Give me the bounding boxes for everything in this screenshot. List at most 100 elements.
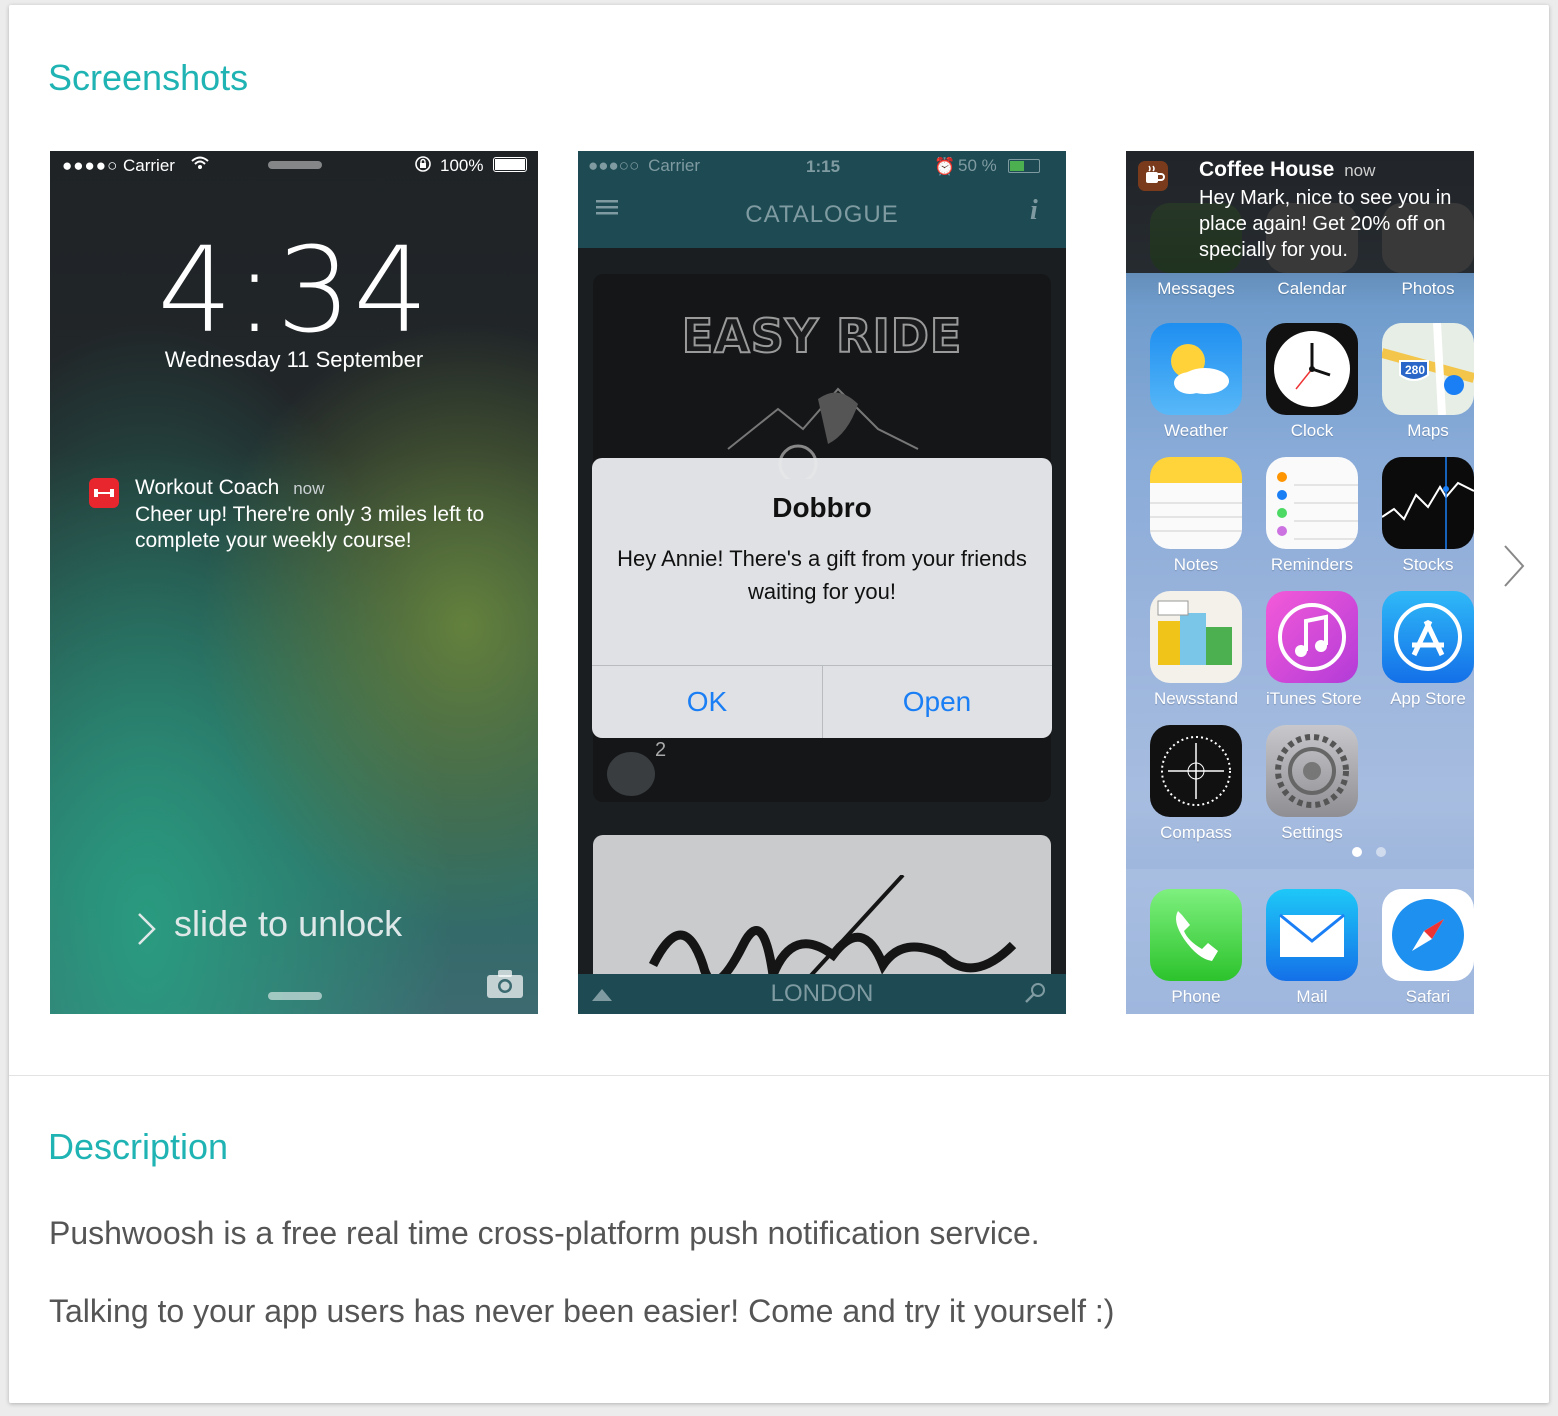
notification-banner[interactable]: Coffee House now Hey Mark, nice to see y… bbox=[1126, 151, 1474, 273]
workout-app-icon bbox=[89, 478, 119, 508]
description-line-1: Pushwoosh is a free real time cross-plat… bbox=[49, 1215, 1040, 1251]
notification-time: now bbox=[293, 479, 325, 498]
battery-icon bbox=[493, 157, 527, 172]
peace-hand-icon[interactable] bbox=[607, 752, 655, 796]
banner-time: now bbox=[1344, 161, 1376, 180]
safari-compass-icon bbox=[1382, 889, 1474, 981]
wifi-icon bbox=[190, 154, 210, 177]
newsstand-icon bbox=[1150, 591, 1242, 683]
alert-ok-button[interactable]: OK bbox=[592, 666, 822, 738]
carrier-label: Carrier bbox=[123, 156, 175, 175]
app-label: Phone bbox=[1171, 987, 1221, 1006]
coffee-cup-icon bbox=[1138, 161, 1168, 191]
banner-header: Coffee House now bbox=[1199, 158, 1375, 182]
app-clock[interactable]: Clock bbox=[1266, 323, 1358, 441]
app-label: Safari bbox=[1405, 987, 1451, 1006]
notes-icon bbox=[1150, 457, 1242, 549]
app-settings[interactable]: Settings bbox=[1266, 725, 1358, 843]
alert-title: Dobbro bbox=[772, 492, 872, 523]
battery-percent: 100% bbox=[440, 156, 484, 175]
location-label: LONDON bbox=[770, 980, 874, 1007]
control-center-handle[interactable] bbox=[268, 992, 322, 1000]
banner-title: Coffee House bbox=[1199, 158, 1335, 181]
app-phone[interactable]: Phone bbox=[1150, 889, 1242, 1007]
screenshot-lock-screen[interactable]: ●●●●○ Carrier 100% 4:34 Wednesday 11 Sep… bbox=[50, 151, 538, 1014]
app-label: Settings bbox=[1281, 823, 1343, 842]
app-compass[interactable]: Compass bbox=[1150, 725, 1242, 843]
app-label: iTunes Store bbox=[1266, 689, 1362, 708]
alert-message-line-2: waiting for you! bbox=[748, 579, 896, 604]
app-store-icon bbox=[1382, 591, 1474, 683]
nav-title: CATALOGUE bbox=[745, 201, 899, 228]
page-dot-active[interactable] bbox=[1352, 847, 1362, 857]
camera-icon[interactable] bbox=[486, 969, 524, 1004]
app-label: App Store bbox=[1390, 689, 1466, 708]
itunes-icon bbox=[1266, 591, 1358, 683]
screenshot-app-alert[interactable]: ●●●○○ Carrier 1:15 ⏰ 50 % CATALOGUE i EA… bbox=[578, 151, 1066, 1014]
app-label: Compass bbox=[1160, 823, 1232, 842]
alert-dialog: Dobbro Hey Annie! There's a gift from yo… bbox=[592, 458, 1052, 738]
signal-icon: ●●●○○ bbox=[588, 156, 640, 175]
app-itunes-store[interactable]: iTunes Store bbox=[1266, 591, 1362, 709]
app-bottom-bar: LONDON bbox=[578, 974, 1066, 1014]
battery-percent: 50 % bbox=[958, 156, 997, 175]
app-label: Stocks bbox=[1402, 555, 1454, 574]
status-bar: ●●●○○ Carrier bbox=[588, 156, 700, 176]
app-label: Notes bbox=[1173, 555, 1219, 574]
notification-pull-handle[interactable] bbox=[268, 161, 322, 169]
info-icon[interactable]: i bbox=[1030, 195, 1038, 227]
signal-icon: ●●●●○ bbox=[62, 156, 119, 175]
app-reminders[interactable]: Reminders bbox=[1266, 457, 1358, 575]
app-label: Photos bbox=[1401, 279, 1455, 298]
rotation-lock-icon bbox=[414, 155, 432, 178]
app-mail[interactable]: Mail bbox=[1266, 889, 1358, 1007]
screenshot-home-screen[interactable]: Messages Calendar Photos Coffee House no… bbox=[1126, 151, 1474, 1014]
lock-time: 4:34 bbox=[157, 221, 431, 359]
phone-icon bbox=[1150, 889, 1242, 981]
app-label: Weather bbox=[1164, 421, 1228, 440]
status-bar: ●●●●○ Carrier 100% bbox=[50, 151, 538, 181]
app-label: Newsstand bbox=[1153, 689, 1239, 708]
app-label: Mail bbox=[1296, 987, 1328, 1006]
search-icon[interactable] bbox=[1024, 982, 1046, 1009]
page-dot[interactable] bbox=[1376, 847, 1386, 857]
settings-gear-icon bbox=[1266, 725, 1358, 817]
battery-icon bbox=[1008, 159, 1040, 173]
banner-line-2: place again! Get 20% off on bbox=[1199, 213, 1446, 235]
easy-ride-logo: EASY RIDE bbox=[681, 308, 963, 364]
description-line-2: Talking to your app users has never been… bbox=[49, 1293, 1115, 1329]
app-maps[interactable]: 280 Maps bbox=[1382, 323, 1474, 441]
compass-icon bbox=[1150, 725, 1242, 817]
description-heading: Description bbox=[48, 1126, 229, 1167]
content-card: Screenshots Description Pushwoosh is a f… bbox=[9, 5, 1549, 1403]
reminders-icon bbox=[1266, 457, 1358, 549]
screenshots-heading: Screenshots bbox=[48, 57, 249, 98]
app-safari[interactable]: Safari bbox=[1382, 889, 1474, 1007]
app-label: Reminders bbox=[1270, 555, 1354, 574]
lock-notification[interactable]: Workout Coach now Cheer up! There're onl… bbox=[135, 476, 484, 553]
app-notes[interactable]: Notes bbox=[1150, 457, 1242, 575]
chevron-right-icon bbox=[136, 911, 158, 952]
stocks-icon bbox=[1382, 457, 1474, 549]
app-nav-bar: ●●●○○ Carrier 1:15 ⏰ 50 % CATALOGUE i bbox=[578, 151, 1066, 248]
app-stocks[interactable]: Stocks bbox=[1382, 457, 1474, 575]
banner-message: Hey Mark, nice to see you in place again… bbox=[1199, 185, 1451, 263]
clock-icon bbox=[1266, 323, 1358, 415]
status-time: 1:15 bbox=[806, 157, 841, 176]
app-newsstand[interactable]: Newsstand bbox=[1150, 591, 1242, 709]
next-screenshot-chevron-icon[interactable] bbox=[1499, 541, 1529, 591]
app-label: Clock bbox=[1290, 421, 1334, 440]
carrier-label: Carrier bbox=[648, 156, 701, 175]
slide-to-unlock[interactable]: slide to unlock bbox=[174, 903, 402, 945]
alert-open-button[interactable]: Open bbox=[822, 666, 1052, 738]
app-app-store[interactable]: App Store bbox=[1382, 591, 1474, 709]
app-label: Messages bbox=[1157, 279, 1235, 298]
notification-line-2: complete your weekly course! bbox=[135, 529, 412, 552]
maps-shield-number: 280 bbox=[1404, 363, 1426, 377]
app-weather[interactable]: Weather bbox=[1150, 323, 1242, 441]
alarm-icon: ⏰ bbox=[934, 157, 956, 176]
mail-icon bbox=[1266, 889, 1358, 981]
section-divider bbox=[9, 1075, 1549, 1076]
alert-message: Hey Annie! There's a gift from your frie… bbox=[612, 542, 1032, 608]
banner-line-3: specially for you. bbox=[1199, 239, 1348, 261]
